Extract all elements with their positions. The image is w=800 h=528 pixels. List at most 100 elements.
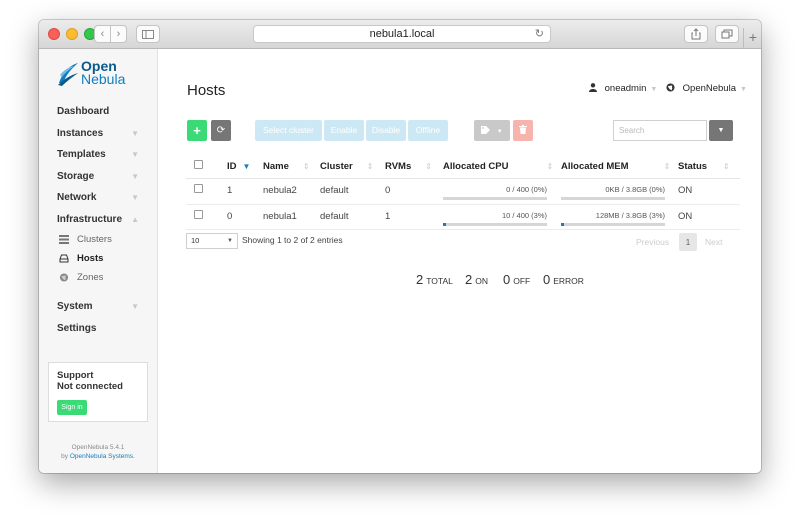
table-row[interactable]: 1 nebula2 default 0 0 / 400 (0%) 0KB / 3… bbox=[186, 179, 740, 203]
sidebar-icon bbox=[142, 29, 154, 39]
sidebar-item-clusters[interactable]: Clusters bbox=[39, 230, 157, 249]
sidebar-item-network[interactable]: Network ▼ bbox=[39, 187, 157, 209]
sidebar-menu: Dashboard Instances ▼ Templates ▼ Storage ▼… bbox=[39, 101, 157, 339]
chevron-down-icon: ▼ bbox=[227, 238, 233, 244]
labels-button[interactable]: ▼ bbox=[474, 120, 510, 141]
back-button[interactable]: ‹ bbox=[94, 25, 111, 43]
column-header-allocated-mem[interactable]: Allocated MEM ⇕ bbox=[561, 158, 670, 178]
search-options-button[interactable]: ▼ bbox=[709, 120, 733, 141]
cell-name: nebula1 bbox=[263, 211, 297, 222]
sidebar-item-infrastructure[interactable]: Infrastructure ▲ bbox=[39, 209, 157, 231]
sidebar-item-zones[interactable]: Zones bbox=[39, 268, 157, 287]
column-header-cluster[interactable]: Cluster ⇕ bbox=[320, 158, 373, 178]
refresh-button[interactable]: ⟳ bbox=[211, 120, 231, 141]
zone-menu[interactable]: OpenNebula ▼ bbox=[666, 83, 747, 94]
sort-icon: ⇕ bbox=[663, 162, 671, 171]
close-window-button[interactable] bbox=[48, 28, 60, 40]
forward-button[interactable]: › bbox=[110, 25, 127, 43]
sidebar-item-dashboard[interactable]: Dashboard bbox=[39, 101, 157, 123]
opennebula-logo[interactable]: Open Nebula bbox=[57, 59, 147, 89]
summary-on: 2 ON bbox=[465, 272, 488, 287]
column-header-allocated-cpu[interactable]: Allocated CPU ⇕ bbox=[443, 158, 553, 178]
version-text: OpenNebula 5.4.1 bbox=[71, 444, 125, 451]
sidebar-item-instances[interactable]: Instances ▼ bbox=[39, 123, 157, 145]
summary-error: 0 ERROR bbox=[543, 272, 584, 287]
page-length-select[interactable]: 10 ▼ bbox=[186, 233, 238, 249]
chevron-down-icon: ▼ bbox=[131, 128, 139, 138]
delete-button[interactable] bbox=[513, 120, 533, 141]
chevron-right-icon: › bbox=[116, 28, 121, 40]
chevron-down-icon: ▼ bbox=[131, 302, 139, 311]
search-input[interactable]: Search bbox=[613, 120, 707, 141]
offline-button[interactable]: Offline bbox=[408, 120, 448, 141]
chevron-down-icon: ▼ bbox=[650, 86, 658, 93]
column-header-status[interactable]: Status ⇕ bbox=[678, 158, 730, 178]
reload-icon[interactable]: ↻ bbox=[535, 26, 544, 42]
disable-button[interactable]: Disable bbox=[366, 120, 406, 141]
sidebar-toggle-button[interactable] bbox=[136, 25, 160, 43]
cell-rvms: 1 bbox=[385, 211, 391, 222]
tab-overview-button[interactable] bbox=[715, 25, 739, 43]
share-icon bbox=[691, 28, 701, 40]
cpu-usage-bar: 0 / 400 (0%) bbox=[443, 184, 547, 200]
row-checkbox[interactable] bbox=[194, 205, 203, 229]
table-row[interactable]: 0 nebula1 default 1 10 / 400 (3%) 128MB … bbox=[186, 205, 740, 229]
refresh-icon: ⟳ bbox=[216, 125, 226, 136]
cell-cluster: default bbox=[320, 185, 349, 196]
cpu-bar-fill bbox=[443, 223, 447, 226]
sidebar-item-settings[interactable]: Settings bbox=[39, 318, 157, 340]
user-icon bbox=[589, 83, 597, 92]
summary-total: 2 TOTAL bbox=[416, 272, 453, 287]
chevron-down-icon: ▼ bbox=[496, 129, 503, 135]
opennebula-systems-link[interactable]: OpenNebula Systems. bbox=[70, 453, 135, 460]
enable-button[interactable]: Enable bbox=[324, 120, 364, 141]
cell-id: 0 bbox=[227, 211, 233, 222]
address-bar[interactable]: nebula1.local ↻ bbox=[253, 25, 551, 43]
page-1-button[interactable]: 1 bbox=[679, 233, 697, 251]
support-panel: Support Not connected Sign in bbox=[48, 362, 148, 422]
column-header-name[interactable]: Name ⇕ bbox=[263, 158, 310, 178]
sidebar: Open Nebula Dashboard Instances ▼ Templat… bbox=[39, 49, 158, 473]
row-checkbox[interactable] bbox=[194, 179, 203, 203]
sidebar-item-hosts[interactable]: Hosts bbox=[39, 249, 157, 268]
support-title: Support bbox=[57, 370, 94, 381]
version-info: OpenNebula 5.4.1 by OpenNebula Systems. bbox=[39, 443, 157, 461]
page-title: Hosts bbox=[187, 82, 226, 99]
sort-icon: ⇕ bbox=[302, 162, 310, 171]
create-host-button[interactable]: + bbox=[187, 120, 207, 141]
sort-icon: ⇕ bbox=[546, 162, 554, 171]
minimize-window-button[interactable] bbox=[66, 28, 78, 40]
sign-in-button[interactable]: Sign in bbox=[57, 400, 87, 415]
next-page-button[interactable]: Next bbox=[705, 233, 722, 251]
user-menu[interactable]: oneadmin ▼ bbox=[589, 83, 657, 94]
chevron-down-icon: ▼ bbox=[740, 86, 747, 93]
sidebar-item-templates[interactable]: Templates ▼ bbox=[39, 144, 157, 166]
sidebar-item-storage[interactable]: Storage ▼ bbox=[39, 166, 157, 188]
cell-name: nebula2 bbox=[263, 185, 297, 196]
new-tab-button[interactable]: + bbox=[743, 28, 761, 48]
support-status: Not connected bbox=[57, 381, 123, 392]
mem-usage-bar: 0KB / 3.8GB (0%) bbox=[561, 184, 665, 200]
chevron-up-icon: ▲ bbox=[131, 214, 139, 224]
cell-status: ON bbox=[678, 185, 693, 196]
cell-cluster: default bbox=[320, 211, 349, 222]
select-all-checkbox[interactable] bbox=[194, 158, 203, 178]
column-header-rvms[interactable]: RVMs ⇕ bbox=[385, 158, 432, 178]
chevron-left-icon: ‹ bbox=[100, 28, 105, 40]
column-header-id[interactable]: ID ▼ bbox=[227, 158, 250, 178]
server-icon bbox=[59, 235, 69, 244]
trash-icon bbox=[519, 125, 527, 134]
previous-page-button[interactable]: Previous bbox=[636, 233, 669, 251]
nebula-logo-icon bbox=[58, 63, 78, 86]
chevron-down-icon: ▼ bbox=[717, 127, 725, 134]
select-cluster-button[interactable]: Select cluster bbox=[255, 120, 322, 141]
browser-window: ‹ › nebula1.local ↻ + Open Nebula Dashbo… bbox=[39, 20, 761, 473]
sort-icon: ⇕ bbox=[723, 162, 730, 171]
cell-rvms: 0 bbox=[385, 185, 391, 196]
sidebar-item-system[interactable]: System ▼ bbox=[39, 296, 157, 318]
share-button[interactable] bbox=[684, 25, 708, 43]
summary-off: 0 OFF bbox=[503, 272, 531, 287]
sort-icon: ⇕ bbox=[425, 162, 432, 171]
chevron-down-icon: ▼ bbox=[131, 193, 139, 202]
chevron-down-icon: ▼ bbox=[131, 171, 139, 181]
